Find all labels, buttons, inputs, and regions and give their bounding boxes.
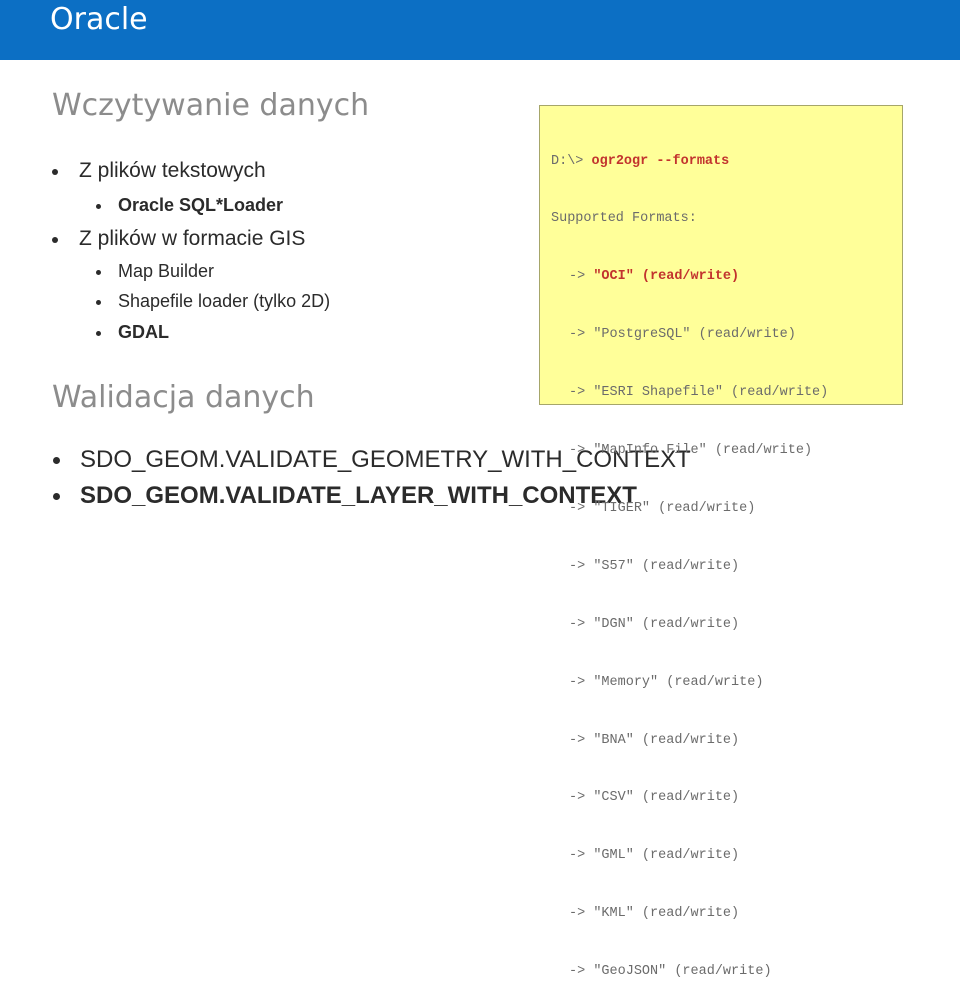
bullet-dot xyxy=(53,493,60,500)
console-format: "BNA" (read/write) xyxy=(593,732,740,748)
console-format-line: -> "GML" (read/write) xyxy=(551,846,902,865)
console-arrow: -> xyxy=(569,964,594,980)
bullet-shapefile-loader: Shapefile loader (tylko 2D) xyxy=(96,291,331,312)
bullet-dot xyxy=(96,300,101,305)
console-arrow: -> xyxy=(569,385,594,401)
console-format: "CSV" (read/write) xyxy=(593,790,740,806)
console-format: "TIGER" (read/write) xyxy=(593,500,756,516)
console-format: "DGN" (read/write) xyxy=(593,616,740,632)
console-format-line: -> "PostgreSQL" (read/write) xyxy=(551,325,902,344)
console-format-line: -> "GeoJSON" (read/write) xyxy=(551,962,902,981)
bullet-dot xyxy=(96,331,101,336)
console-format: "MapInfo File" (read/write) xyxy=(593,443,813,459)
bullet-label: Oracle SQL*Loader xyxy=(118,195,284,215)
console-format: "GeoJSON" (read/write) xyxy=(593,964,772,980)
console-format: "S57" (read/write) xyxy=(593,558,740,574)
console-arrow: -> xyxy=(569,732,594,748)
bullet-label: Map Builder xyxy=(118,261,215,281)
console-arrow: -> xyxy=(569,906,594,922)
console-format-line: -> "CSV" (read/write) xyxy=(551,788,902,807)
bullet-dot xyxy=(52,237,58,243)
bullet-text-files: Z plików tekstowych xyxy=(52,159,266,183)
console-output-box: D:\> ogr2ogr --formats Supported Formats… xyxy=(539,105,903,979)
console-header-line: Supported Formats: xyxy=(551,211,697,227)
console-arrow: -> xyxy=(569,674,594,690)
title-bar: Oracle xyxy=(0,0,960,60)
console-format-line: -> "S57" (read/write) xyxy=(551,557,902,576)
console-arrow: -> xyxy=(569,327,594,343)
console-format: "Memory" (read/write) xyxy=(593,674,764,690)
console-format-line: -> "TIGER" (read/write) xyxy=(551,499,902,518)
console-command: ogr2ogr --formats xyxy=(591,153,730,169)
console-format-line: -> "Memory" (read/write) xyxy=(551,673,902,692)
validation-heading: Walidacja danych xyxy=(52,380,315,415)
bullet-dot xyxy=(53,457,60,464)
bullet-dot xyxy=(96,270,101,275)
console-arrow: -> xyxy=(569,790,594,806)
console-format-line: -> "OCI" (read/write) xyxy=(551,267,902,286)
console-format-line: -> "BNA" (read/write) xyxy=(551,731,902,750)
bullet-gdal: GDAL xyxy=(96,322,169,343)
console-format-line: -> "DGN" (read/write) xyxy=(551,615,902,634)
bullet-dot xyxy=(96,204,101,209)
bullet-label: Z plików tekstowych xyxy=(79,159,266,182)
console-arrow: -> xyxy=(569,500,594,516)
console-command-line: D:\> ogr2ogr --formats xyxy=(551,152,902,171)
bullet-label: Z plików w formacie GIS xyxy=(79,227,306,250)
console-arrow: -> xyxy=(569,616,594,632)
console-format-line: -> "KML" (read/write) xyxy=(551,904,902,923)
console-format: "OCI" (read/write) xyxy=(593,269,740,285)
console-arrow: -> xyxy=(569,269,594,285)
console-format: "PostgreSQL" (read/write) xyxy=(593,327,796,343)
console-format: "KML" (read/write) xyxy=(593,906,740,922)
console-arrow: -> xyxy=(569,848,594,864)
bullet-dot xyxy=(52,169,58,175)
console-format-line: -> "MapInfo File" (read/write) xyxy=(551,441,902,460)
console-format: "GML" (read/write) xyxy=(593,848,740,864)
loading-heading: Wczytywanie danych xyxy=(52,88,370,123)
bullet-gis-files: Z plików w formacie GIS xyxy=(52,227,306,251)
console-format-line: -> "ESRI Shapefile" (read/write) xyxy=(551,383,902,402)
bullet-sql-loader: Oracle SQL*Loader xyxy=(96,195,284,216)
slide-title: Oracle xyxy=(50,2,148,37)
console-format: "ESRI Shapefile" (read/write) xyxy=(593,385,829,401)
console-arrow: -> xyxy=(569,558,594,574)
console-arrow: -> xyxy=(569,443,594,459)
bullet-label: Shapefile loader (tylko 2D) xyxy=(118,291,331,311)
console-prompt: D:\> xyxy=(551,153,592,169)
bullet-map-builder: Map Builder xyxy=(96,261,215,282)
bullet-label: GDAL xyxy=(118,322,169,342)
